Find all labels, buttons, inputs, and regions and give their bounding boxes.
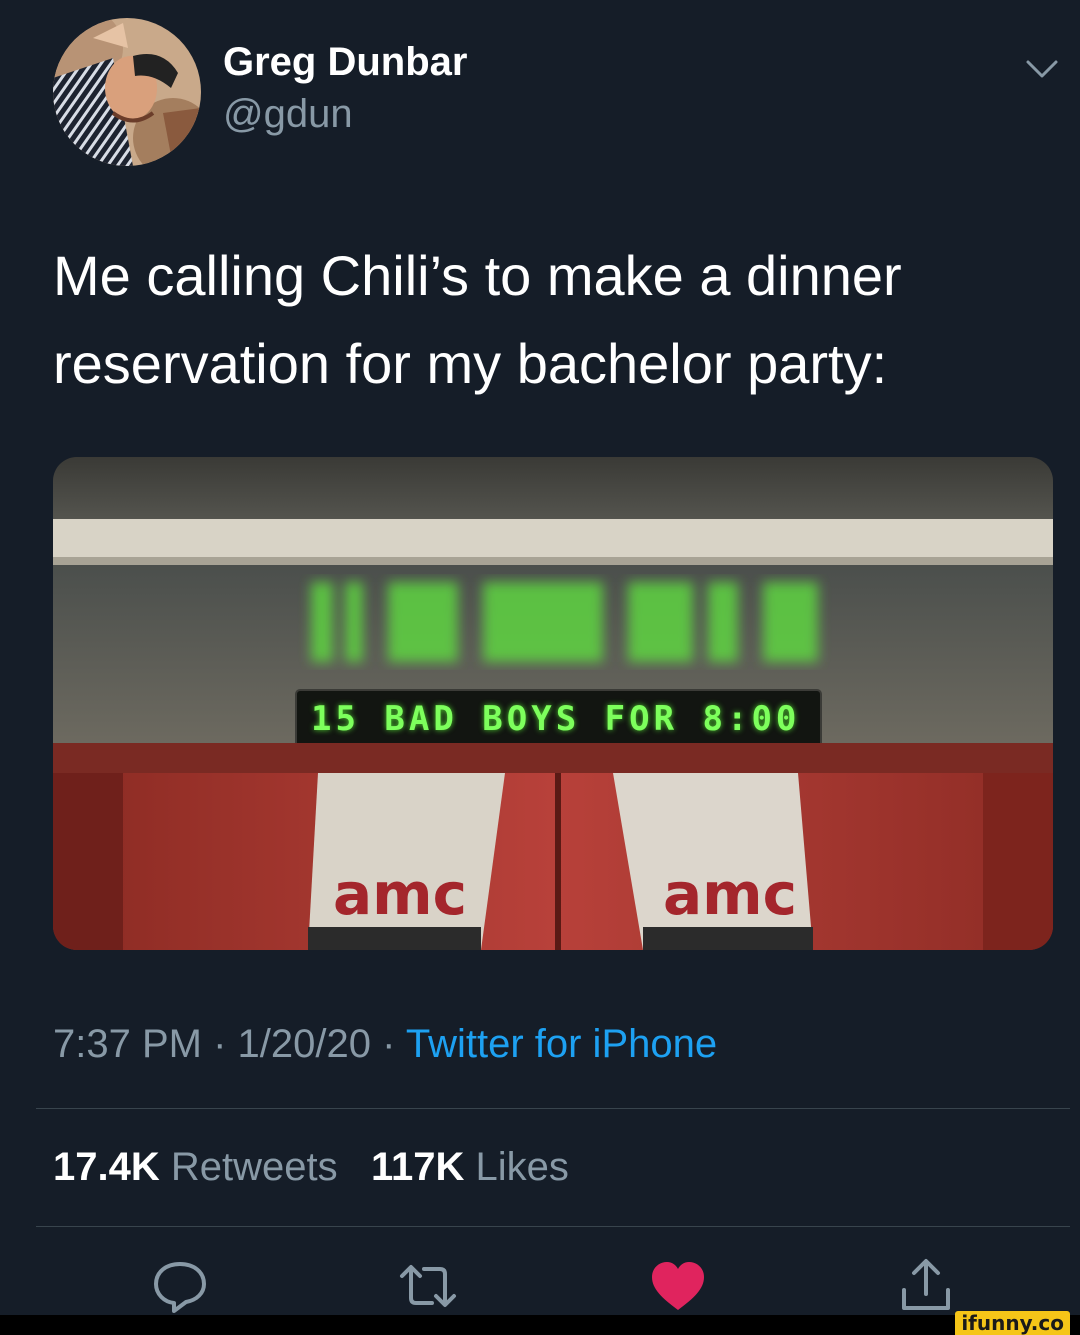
reply-icon[interactable]: [150, 1256, 210, 1316]
tweet-text: Me calling Chili’s to make a dinner rese…: [53, 232, 1033, 408]
tweet-text-line: reservation for my bachelor party:: [53, 332, 888, 395]
tweet-text-line: Me calling Chili’s to make a dinner: [53, 244, 902, 307]
tweet-media[interactable]: 15 BAD BOYS FOR 8:00 amc amc: [53, 457, 1053, 950]
tweet-source-link[interactable]: Twitter for iPhone: [406, 1022, 717, 1066]
ifunny-watermark: ifunny.co: [955, 1311, 1070, 1335]
likes-stat[interactable]: 117K Likes: [371, 1145, 569, 1189]
retweets-count: 17.4K: [53, 1145, 160, 1189]
tweet-meta: 7:37 PM · 1/20/20 · Twitter for iPhone: [53, 1022, 717, 1067]
meta-separator: ·: [382, 1022, 396, 1066]
retweet-icon[interactable]: [398, 1256, 458, 1316]
divider: [36, 1108, 1070, 1109]
amc-logo-left: amc: [333, 860, 467, 928]
display-name[interactable]: Greg Dunbar: [223, 40, 467, 85]
chevron-down-icon[interactable]: [1024, 56, 1060, 82]
tweet-stats: 17.4K Retweets 117K Likes: [53, 1145, 569, 1190]
retweets-label: Retweets: [170, 1145, 338, 1189]
heart-icon[interactable]: [648, 1256, 708, 1316]
retweets-stat[interactable]: 17.4K Retweets: [53, 1145, 338, 1189]
likes-count: 117K: [370, 1145, 465, 1189]
led-sign-text: 15 BAD BOYS FOR 8:00: [311, 699, 801, 739]
tweet-time: 7:37 PM: [53, 1022, 202, 1066]
likes-label: Likes: [475, 1145, 569, 1189]
amc-logo-right: amc: [663, 860, 797, 928]
avatar[interactable]: [53, 18, 201, 166]
bottom-bar: [0, 1315, 1080, 1335]
avatar-photo: [53, 18, 201, 166]
tweet-date: 1/20/20: [237, 1022, 372, 1066]
share-icon[interactable]: [896, 1256, 956, 1316]
meta-separator: ·: [213, 1022, 227, 1066]
user-handle[interactable]: @gdun: [223, 92, 353, 137]
divider: [36, 1226, 1070, 1227]
